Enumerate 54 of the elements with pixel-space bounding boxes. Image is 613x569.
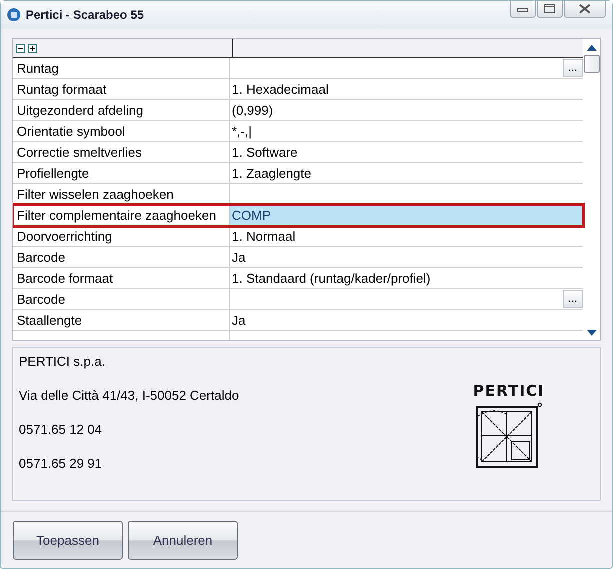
info-text: PERTICI s.p.a. — [19, 354, 106, 370]
expand-icon[interactable] — [28, 44, 37, 52]
property-value[interactable]: (0,999) — [232, 102, 583, 118]
property-name[interactable]: Uitgezonderd afdeling — [13, 100, 230, 120]
grid-row[interactable]: Orientatie symbool *,-,| — [13, 121, 583, 142]
close-button[interactable] — [564, 1, 606, 18]
grid-row[interactable]: Barcode Ja — [13, 247, 583, 268]
collapse-icon[interactable] — [16, 44, 25, 52]
property-name[interactable]: Runtag formaat — [13, 79, 230, 99]
property-name[interactable]: Filter wisselen zaaghoeken — [13, 184, 230, 204]
maximize-button[interactable] — [537, 1, 563, 18]
property-value[interactable]: 1. Standaard (runtag/kader/profiel) — [232, 270, 583, 286]
property-name[interactable]: Runtag — [13, 58, 230, 78]
property-name[interactable]: Doorvoerrichting — [13, 226, 230, 246]
info-text: 0571.65 12 04 — [19, 422, 104, 438]
property-name[interactable]: Barcode — [13, 289, 230, 309]
property-name[interactable]: Barcode — [13, 247, 230, 267]
property-value[interactable]: 1. Normaal — [232, 228, 583, 244]
grid-row[interactable]: Runtag formaat 1. Hexadecimaal — [13, 79, 583, 100]
close-icon — [579, 4, 591, 14]
dialog-button[interactable]: Annuleren — [128, 520, 238, 560]
info-text: Via delle Città 41/43, I-50052 Certaldo — [19, 388, 240, 404]
grid-row[interactable]: Barcode formaat 1. Standaard (runtag/kader/profiel) — [13, 268, 583, 289]
property-value[interactable]: Ja — [232, 250, 583, 264]
grid-row[interactable]: Barcode ... — [13, 289, 583, 310]
minimize-button[interactable] — [510, 1, 536, 18]
window-title: Pertici - Scarabeo 55 — [26, 8, 146, 22]
ellipsis-button[interactable]: ... — [563, 290, 583, 308]
property-name[interactable]: Orientatie symbool — [13, 121, 230, 141]
property-value[interactable]: 1. Hexadecimaal — [232, 82, 583, 96]
property-name[interactable]: Correctie smeltverlies — [13, 142, 230, 162]
property-value[interactable]: 1. Zaaglengte — [232, 166, 583, 180]
property-name[interactable]: Profiellengte — [13, 163, 230, 183]
grid-row[interactable]: Doorvoerrichting 1. Normaal — [13, 226, 583, 247]
grid-row[interactable]: Staallengte Ja — [13, 310, 583, 331]
property-name[interactable]: Barcode formaat — [13, 268, 230, 288]
scroll-thumb[interactable] — [584, 55, 600, 73]
info-text: 0571.65 29 91 — [19, 456, 104, 472]
grid-row[interactable]: Runtag ... — [13, 58, 583, 79]
app-icon — [7, 8, 21, 22]
scroll-up-icon[interactable] — [586, 45, 596, 51]
property-value[interactable]: Ja — [232, 312, 583, 328]
grid-row[interactable]: Profiellengte 1. Zaaglengte — [13, 163, 583, 184]
maximize-icon — [544, 4, 556, 14]
property-value[interactable]: 1. Software — [232, 144, 583, 160]
property-value[interactable]: *,-,| — [232, 124, 583, 138]
scroll-down-icon[interactable] — [586, 330, 596, 336]
dialog-button[interactable]: Toepassen — [13, 520, 123, 560]
property-name[interactable]: Staallengte — [13, 310, 230, 330]
grid-row[interactable]: Correctie smeltverlies 1. Software — [13, 142, 583, 163]
logo-drawing — [476, 402, 542, 468]
logo-text: PERTICI — [473, 382, 545, 400]
grid-row[interactable]: Uitgezonderd afdeling (0,999) — [13, 100, 583, 121]
ellipsis-button[interactable]: ... — [563, 59, 583, 77]
